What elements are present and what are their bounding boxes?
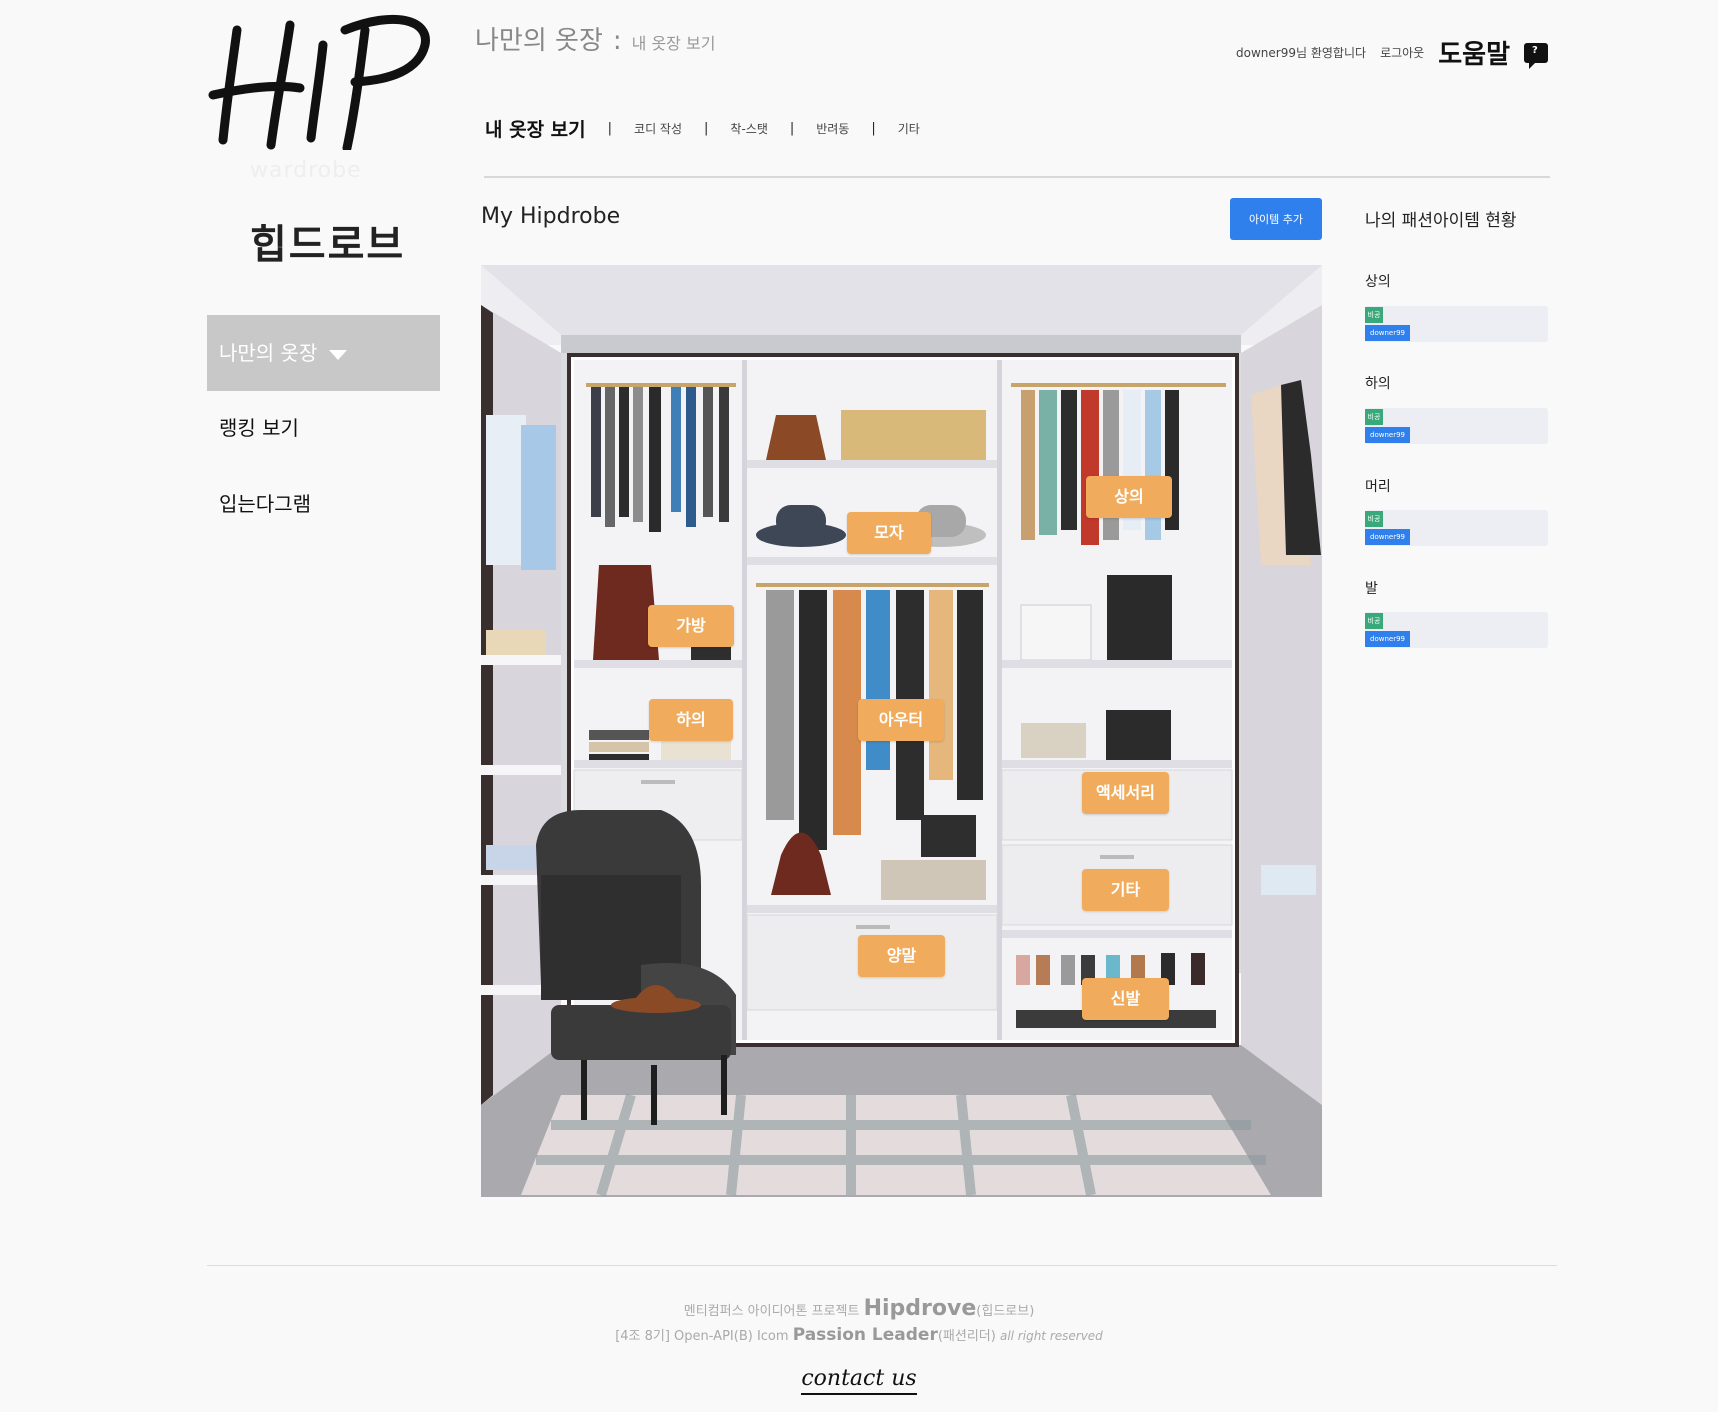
tab-coordi[interactable]: 코디 작성 [612,120,704,137]
status-label-head: 머리 [1365,479,1391,495]
tab-my-wardrobe[interactable]: 내 옷장 보기 [485,115,608,142]
tab-bar: 내 옷장 보기 | 코디 작성 | 착-스탯 | 반려동 | 기타 [485,115,942,142]
status-tag-user: downer99 [1365,325,1410,341]
footer-team: [4조 8기] Open-API(B) Icom Passion Leader(… [0,1325,1718,1345]
category-top-button[interactable]: 상의 [1086,476,1172,518]
category-hat-button[interactable]: 모자 [847,512,931,554]
sidebar-item-label: 입는다그램 [219,492,311,516]
footer-brand: Hipdrove [863,1296,977,1321]
category-bottom-button[interactable]: 하의 [649,699,733,741]
help-chat-icon[interactable] [1524,42,1548,69]
status-bar-top: 비공 downer99 [1365,306,1548,342]
sidebar-item-ranking[interactable]: 랭킹 보기 [207,390,440,466]
category-outer-button[interactable]: 아우터 [858,699,944,741]
contact-us: contact us [0,1366,1718,1395]
user-menu: downer99님 환영합니다 로그아웃 도움말 [1236,34,1548,71]
category-accessory-button[interactable]: 액세서리 [1082,772,1169,814]
caret-down-icon [329,349,348,360]
footer-team-prefix: [4조 8기] Open-API(B) Icom [615,1329,789,1344]
category-socks-button[interactable]: 양말 [858,935,945,977]
sidebar-item-label: 랭킹 보기 [219,416,299,440]
status-label-bottom: 하의 [1365,376,1391,392]
page-subtitle: 내 옷장 보기 [631,34,716,53]
sidebar-item-label: 나만의 옷장 [219,341,318,365]
category-shoes-button[interactable]: 신발 [1082,978,1169,1020]
status-tag-user: downer99 [1365,427,1410,443]
status-tag-private: 비공 [1365,409,1383,425]
status-tag-private: 비공 [1365,307,1383,323]
footer-rights: all right reserved [999,1329,1103,1343]
tab-divider-line [484,176,1550,178]
title-separator: : [612,26,622,56]
page-title-main: 나만의 옷장 [475,26,603,56]
page-title: 나만의 옷장: 내 옷장 보기 [475,20,715,57]
status-bar-foot: 비공 downer99 [1365,612,1548,648]
add-item-button[interactable]: 아이템 추가 [1230,198,1322,240]
category-bag-button[interactable]: 가방 [648,605,734,647]
tab-companion[interactable]: 반려동 [794,120,871,137]
status-bar-bottom: 비공 downer99 [1365,408,1548,444]
logout-link[interactable]: 로그아웃 [1380,44,1424,61]
status-label-foot: 발 [1365,581,1378,597]
footer-brand-korean: (힙드로브) [976,1304,1035,1319]
status-tag-user: downer99 [1365,529,1410,545]
closet-illustration: 모자 상의 가방 하의 아우터 액세서리 기타 양말 신발 [481,265,1322,1197]
category-etc-button[interactable]: 기타 [1082,869,1169,911]
sidebar-item-my-wardrobe[interactable]: 나만의 옷장 [207,315,440,391]
footer-divider [207,1265,1557,1266]
hip-logo[interactable] [205,0,435,153]
section-title: My Hipdrobe [481,204,621,229]
footer-team-korean: (패션리더) [937,1329,996,1344]
logo-subtitle: wardrobe [250,158,362,183]
footer-team-name: Passion Leader [792,1325,938,1345]
status-tag-private: 비공 [1365,511,1383,527]
help-link[interactable]: 도움말 [1438,34,1510,71]
contact-us-link[interactable]: contact us [801,1366,917,1395]
status-label-top: 상의 [1365,274,1391,290]
status-tag-user: downer99 [1365,631,1410,647]
status-tag-private: 비공 [1365,613,1383,629]
welcome-text: downer99님 환영합니다 [1236,46,1367,60]
footer-project-prefix: 멘티컴퍼스 아이디어톤 프로젝트 [683,1304,860,1319]
item-status-title: 나의 패션아이템 현황 [1365,211,1517,231]
status-bar-head: 비공 downer99 [1365,510,1548,546]
footer-project: 멘티컴퍼스 아이디어톤 프로젝트 Hipdrove(힙드로브) [0,1296,1718,1321]
sidebar-item-ipneundagram[interactable]: 입는다그램 [207,466,440,542]
brand-name: 힙드로브 [250,221,406,268]
tab-etc[interactable]: 기타 [876,120,942,137]
tab-stats[interactable]: 착-스탯 [708,120,789,137]
